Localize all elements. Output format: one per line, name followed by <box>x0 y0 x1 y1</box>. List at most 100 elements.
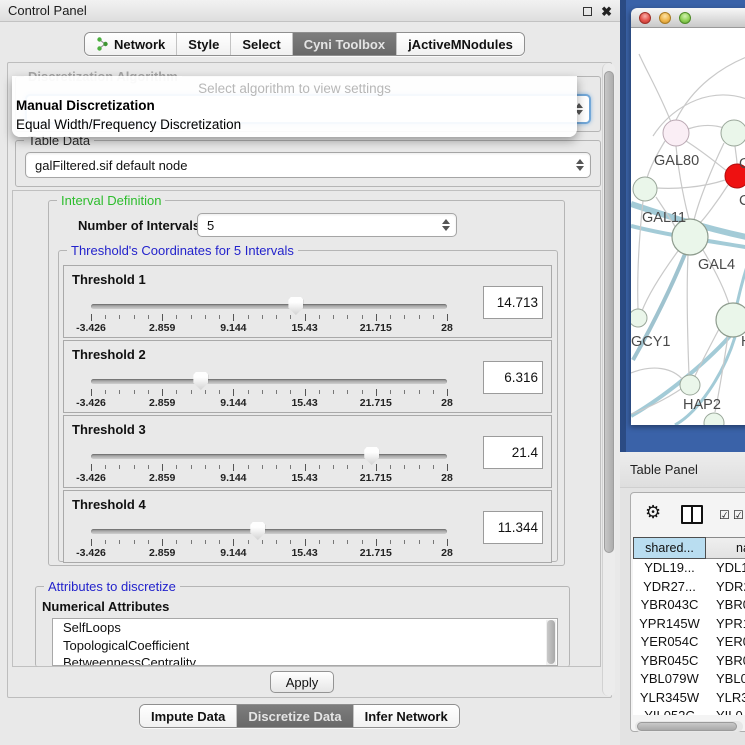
table-row[interactable]: YBR045CYBR0 <box>633 652 745 671</box>
node-label-gal4: GAL4 <box>698 257 735 273</box>
table-row[interactable]: YDL19...YDL1 <box>633 559 745 578</box>
list-scrollbar-thumb[interactable] <box>547 620 555 664</box>
slider-tick-labels: -3.426 2.859 9.144 15.43 21.715 28 <box>91 547 447 559</box>
threshold-4-slider-thumb[interactable] <box>250 522 265 540</box>
table-row[interactable]: YPR145WYPR1 <box>633 615 745 634</box>
tab-jactivemnodules[interactable]: jActiveMNodules <box>397 33 524 55</box>
slider-tick-labels: -3.426 2.859 9.144 15.43 21.715 28 <box>91 322 447 334</box>
node-label-clipped-g: GA <box>739 156 745 172</box>
node-label-clipped-c: C <box>739 193 745 209</box>
threshold-4-label: Threshold 4 <box>72 497 146 512</box>
table-rows: YDL19...YDL1 YDR27...YDR2 YBR043CYBR0 YP… <box>633 559 745 715</box>
horizontal-scrollbar-thumb[interactable] <box>637 722 737 731</box>
column-header-name[interactable]: na <box>706 537 745 559</box>
network-canvas[interactable]: GAL80 GA C GAL11 GAL4 GCY1 H HAP2 <box>631 28 745 425</box>
table-row[interactable]: YIL052CYIL0 <box>633 707 745 715</box>
close-icon[interactable]: ✖ <box>601 5 612 18</box>
threshold-3-value-field[interactable]: 21.4 <box>483 436 543 469</box>
control-panel: Control Panel ✖ Network Style Select Cyn <box>0 0 620 745</box>
menu-item-equal-width-frequency[interactable]: Equal Width/Frequency Discretization <box>16 117 241 132</box>
node-gcy1[interactable] <box>631 309 647 327</box>
table-row[interactable]: YDR27...YDR2 <box>633 578 745 597</box>
tab-cyni-toolbox[interactable]: Cyni Toolbox <box>293 33 397 55</box>
threshold-3-label: Threshold 3 <box>72 422 146 437</box>
threshold-1-box: Threshold 1 -3.426 2.859 9.144 15.43 21.… <box>63 265 552 338</box>
numerical-attributes-list: SelfLoops TopologicalCoefficient Between… <box>52 618 558 666</box>
numerical-attributes-label: Numerical Attributes <box>42 599 169 614</box>
table-row[interactable]: YLR345WYLR3 <box>633 689 745 708</box>
threshold-1-value-field[interactable]: 14.713 <box>483 286 543 319</box>
zoom-traffic-light-icon[interactable] <box>679 12 691 24</box>
threshold-2-value-field[interactable]: 6.316 <box>483 361 543 394</box>
algorithm-hint-item: Select algorithm to view settings <box>12 81 577 96</box>
attributes-group-title: Attributes to discretize <box>44 579 180 594</box>
slider-ruler <box>91 314 447 321</box>
node-label-hap2: HAP2 <box>683 397 721 413</box>
tab-style[interactable]: Style <box>177 33 231 55</box>
threshold-3-slider-thumb[interactable] <box>364 447 379 465</box>
node-gal80[interactable] <box>663 120 689 146</box>
minimize-traffic-light-icon[interactable] <box>659 12 671 24</box>
horizontal-scrollbar[interactable] <box>635 721 743 732</box>
threshold-2-slider[interactable] <box>91 379 447 384</box>
top-tab-bar: Network Style Select Cyni Toolbox jActiv… <box>84 32 525 56</box>
slider-ruler <box>91 464 447 471</box>
threshold-1-label: Threshold 1 <box>72 272 146 287</box>
threshold-2-label: Threshold 2 <box>72 347 146 362</box>
num-intervals-combobox[interactable]: 5 <box>197 213 457 237</box>
node-hap2[interactable] <box>680 375 700 395</box>
tab-network[interactable]: Network <box>85 33 177 55</box>
tab-infer-network[interactable]: Infer Network <box>354 705 459 727</box>
close-traffic-light-icon[interactable] <box>639 12 651 24</box>
interval-definition-title: Interval Definition <box>57 193 165 208</box>
tab-select[interactable]: Select <box>231 33 292 55</box>
vertical-scrollbar-thumb[interactable] <box>604 71 614 553</box>
control-panel-title: Control Panel <box>8 3 87 18</box>
slider-tick-labels: -3.426 2.859 9.144 15.43 21.715 28 <box>91 397 447 409</box>
table-panel-header: Table Panel <box>620 452 745 488</box>
apply-button[interactable]: Apply <box>270 671 334 693</box>
list-item-topologicalcoefficient[interactable]: TopologicalCoefficient <box>53 637 557 655</box>
num-intervals-value: 5 <box>207 218 214 233</box>
tab-discretize-data[interactable]: Discretize Data <box>237 705 353 727</box>
split-columns-icon[interactable] <box>681 505 703 524</box>
table-data-combobox[interactable]: galFiltered.sif default node <box>25 152 591 178</box>
node-green-top-right[interactable] <box>721 120 745 146</box>
table-data-value: galFiltered.sif default node <box>35 158 187 173</box>
gear-icon[interactable]: ⚙ <box>645 503 661 521</box>
network-graph: GAL80 GA C GAL11 GAL4 GCY1 H HAP2 <box>631 28 745 425</box>
threshold-2-slider-thumb[interactable] <box>193 372 208 390</box>
list-item-betweennesscentrality[interactable]: BetweennessCentrality <box>53 654 557 666</box>
slider-ruler <box>91 389 447 396</box>
menu-item-manual-discretization[interactable]: Manual Discretization <box>16 98 155 113</box>
checkbox-icon[interactable]: ☑ <box>733 509 744 521</box>
table-panel-container: ⚙ ☑ ☑ shared... na YDL19...YDL1 YDR27...… <box>630 492 745 732</box>
node-bottom-clipped[interactable] <box>704 413 724 425</box>
table-header-row: shared... na <box>633 537 745 559</box>
threshold-4-value-field[interactable]: 11.344 <box>483 511 543 544</box>
threshold-1-slider[interactable] <box>91 304 447 309</box>
slider-tick-labels: -3.426 2.859 9.144 15.43 21.715 28 <box>91 472 447 484</box>
float-window-icon[interactable] <box>583 7 592 16</box>
checkbox-icon[interactable]: ☑ <box>719 509 730 521</box>
tab-impute-data[interactable]: Impute Data <box>140 705 237 727</box>
table-row[interactable]: YER054CYER0 <box>633 633 745 652</box>
slider-ruler <box>91 539 447 546</box>
combo-stepper-icon <box>576 159 584 171</box>
num-intervals-label: Number of Intervals <box>78 218 200 233</box>
threshold-3-slider[interactable] <box>91 454 447 459</box>
list-scrollbar[interactable] <box>546 620 556 666</box>
node-gal11[interactable] <box>633 177 657 201</box>
list-item-selfloops[interactable]: SelfLoops <box>53 619 557 637</box>
threshold-4-box: Threshold 4 -3.426 2.859 9.144 15.43 21.… <box>63 490 552 563</box>
node-label-gal11: GAL11 <box>642 210 686 226</box>
node-label-gcy1: GCY1 <box>631 334 671 350</box>
vertical-scrollbar[interactable] <box>602 63 615 696</box>
threshold-1-slider-thumb[interactable] <box>288 297 303 315</box>
threshold-4-slider[interactable] <box>91 529 447 534</box>
table-row[interactable]: YBR043CYBR0 <box>633 596 745 615</box>
node-label-clipped-h: H <box>741 334 745 350</box>
node-right-large[interactable] <box>716 303 745 337</box>
column-header-shared-name[interactable]: shared... <box>633 537 706 559</box>
table-row[interactable]: YBL079WYBL0 <box>633 670 745 689</box>
